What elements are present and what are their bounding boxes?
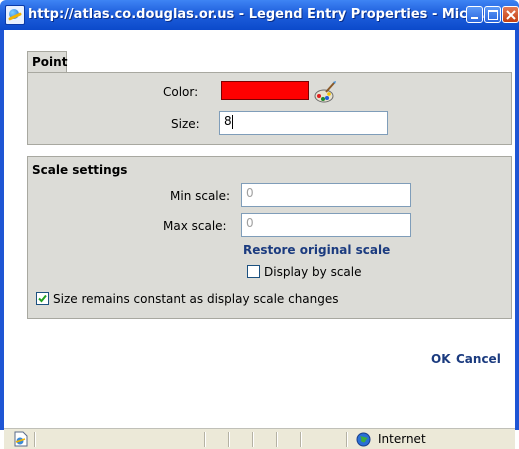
close-icon [506,10,516,20]
status-separator [346,432,348,447]
min-scale-value: 0 [246,186,254,200]
close-button[interactable] [502,6,519,23]
color-label: Color: [163,85,199,99]
security-zone-label: Internet [378,432,426,446]
status-separator [300,432,302,447]
paint-palette-icon[interactable] [313,80,337,104]
size-label: Size: [171,117,200,131]
dialog-window: http://atlas.co.douglas.or.us - Legend E… [0,0,519,449]
display-by-scale-label: Display by scale [264,265,362,279]
page-icon [14,431,28,447]
status-separator [34,432,36,447]
window-border-right [515,30,519,430]
display-by-scale-checkbox[interactable] [247,265,260,278]
max-scale-input[interactable]: 0 [241,213,411,237]
status-separator [276,432,278,447]
title-bar[interactable]: http://atlas.co.douglas.or.us - Legend E… [0,0,519,30]
window-title: http://atlas.co.douglas.or.us - Legend E… [28,7,498,22]
max-scale-label: Max scale: [163,219,227,233]
constant-size-label: Size remains constant as display scale c… [53,292,339,306]
min-scale-label: Min scale: [170,189,231,203]
text-cursor [231,114,233,129]
color-swatch[interactable] [221,81,309,100]
globe-icon [356,432,371,447]
status-separator [204,432,206,447]
point-section-label: Point [32,55,68,69]
checkmark-icon [38,294,47,303]
size-input[interactable]: 8 [219,111,388,135]
status-bar: Internet [4,428,515,449]
maximize-button[interactable] [484,6,501,23]
scale-settings-label: Scale settings [32,163,128,177]
status-separator [252,432,254,447]
ie-page-icon [5,5,25,25]
min-scale-input[interactable]: 0 [241,183,411,207]
cancel-button[interactable]: Cancel [456,352,501,366]
status-separator [228,432,230,447]
restore-original-scale-link[interactable]: Restore original scale [243,243,390,257]
point-section-tab: Point [27,51,67,73]
minimize-button[interactable] [466,6,483,23]
size-value: 8 [224,114,232,128]
window-border-left [0,30,4,430]
constant-size-checkbox[interactable] [36,292,49,305]
ok-button[interactable]: OK [431,352,451,366]
max-scale-value: 0 [246,216,254,230]
